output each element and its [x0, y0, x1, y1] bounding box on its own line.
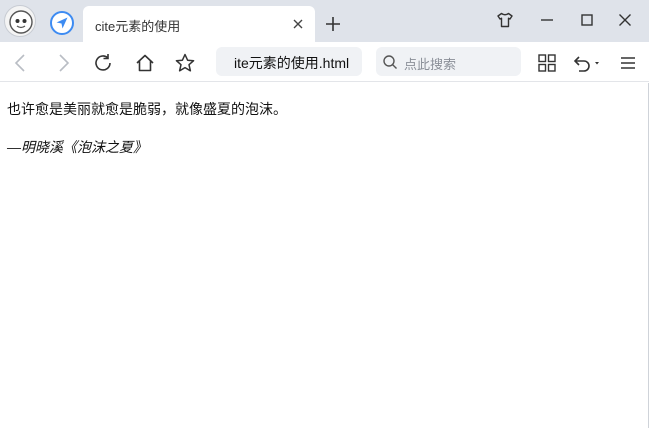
chevron-left-icon	[14, 54, 25, 72]
close-icon	[619, 14, 631, 26]
close-icon[interactable]	[291, 17, 305, 31]
hamburger-menu-icon	[621, 57, 635, 69]
forward-button[interactable]	[52, 52, 74, 74]
reload-icon	[95, 54, 111, 71]
page-content: 也许愈是美丽就愈是脆弱，就像盛夏的泡沫。 —明晓溪《泡沫之夏》	[0, 83, 649, 428]
undo-icon	[573, 56, 599, 72]
search-placeholder: 点此搜索	[404, 57, 457, 72]
star-icon	[175, 53, 195, 72]
bookmark-button[interactable]	[174, 52, 196, 74]
avatar[interactable]	[4, 5, 36, 37]
new-tab-button[interactable]	[324, 15, 342, 33]
home-button[interactable]	[134, 52, 156, 74]
tshirt-icon	[497, 12, 513, 28]
maximize-button[interactable]	[577, 10, 597, 30]
close-window-button[interactable]	[615, 10, 635, 30]
grid-icon	[538, 54, 556, 72]
navigation-arrow-icon[interactable]	[50, 11, 74, 35]
minimize-button[interactable]	[537, 10, 557, 30]
undo-button[interactable]	[571, 52, 601, 74]
apps-button[interactable]	[536, 52, 558, 74]
home-icon	[136, 54, 154, 72]
avatar-icon	[9, 10, 33, 34]
minimize-icon	[541, 19, 553, 21]
cite-text: —明晓溪《泡沫之夏》	[7, 139, 147, 155]
back-button[interactable]	[10, 52, 32, 74]
menu-button[interactable]	[617, 52, 639, 74]
skin-button[interactable]	[495, 10, 515, 30]
search-icon	[382, 54, 398, 70]
quote-text: 也许愈是美丽就愈是脆弱，就像盛夏的泡沫。	[7, 101, 287, 117]
tab-active[interactable]: cite元素的使用	[83, 6, 315, 42]
address-bar[interactable]: ite元素的使用.html	[216, 47, 362, 76]
reload-button[interactable]	[92, 52, 114, 74]
navigation-toolbar: ite元素的使用.html 点此搜索	[0, 42, 649, 82]
search-box[interactable]: 点此搜索	[376, 47, 521, 76]
chevron-right-icon	[59, 54, 70, 72]
maximize-icon	[581, 14, 593, 26]
tab-title: cite元素的使用	[95, 19, 181, 34]
title-bar: cite元素的使用	[0, 0, 649, 42]
plus-icon	[326, 17, 340, 31]
